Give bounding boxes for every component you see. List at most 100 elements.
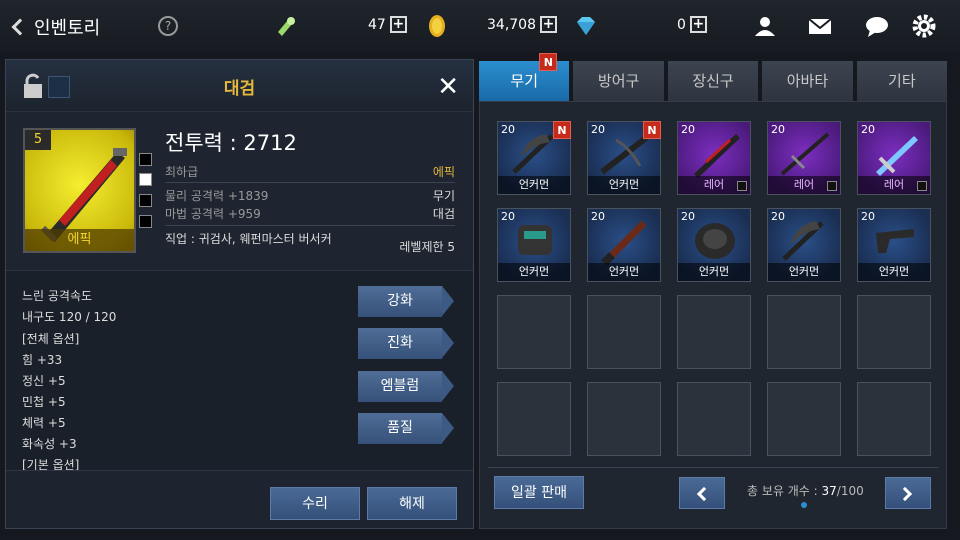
inventory-slot[interactable]: 20 레어	[767, 121, 841, 195]
inventory-slot[interactable]: 20 레어	[857, 121, 931, 195]
item-level: 20	[681, 123, 695, 136]
socket-slot	[139, 173, 152, 186]
sell-all-button[interactable]: 일괄 판매	[494, 476, 584, 509]
dismantle-button[interactable]: 해제	[367, 487, 457, 520]
socket-slot	[737, 181, 747, 191]
stamina-potion-icon	[272, 14, 298, 38]
category-tabs: 무기 N 방어구 장신구 아바타 기타	[479, 53, 948, 101]
socket-slot	[139, 215, 152, 228]
item-options: 느린 공격속도 내구도 120 / 120 [전체 옵션] 힘 +33 정신 +…	[6, 270, 473, 472]
option-line: 내구도 120 / 120	[22, 310, 117, 324]
emblem-button[interactable]: 엠블럼	[358, 371, 454, 402]
stamina-add-button[interactable]: +	[389, 16, 407, 33]
inventory-slot[interactable]: 20 언커먼	[497, 208, 571, 282]
mail-icon[interactable]	[807, 14, 833, 38]
item-grade: 언커먼	[588, 176, 660, 194]
quality-button[interactable]: 품질	[358, 413, 454, 444]
tab-label: 방어구	[597, 72, 640, 90]
tab-accessory[interactable]: 장신구	[667, 61, 759, 101]
tab-weapon[interactable]: 무기 N	[479, 53, 570, 101]
option-line: 느린 공격속도	[22, 289, 93, 303]
option-line: 힘 +33	[22, 353, 63, 367]
help-icon[interactable]: ?	[158, 16, 178, 36]
stamina-value: 47	[368, 16, 386, 33]
item-name: 대검	[223, 79, 256, 99]
empty-slot[interactable]	[497, 382, 571, 456]
stamina-counter: 47 +	[368, 16, 407, 33]
empty-slot[interactable]	[767, 382, 841, 456]
inventory-slot[interactable]: 20 언커먼	[857, 208, 931, 282]
divider	[165, 182, 455, 183]
new-badge: N	[643, 121, 661, 139]
gem-value: 0	[677, 16, 686, 33]
new-badge: N	[539, 53, 558, 71]
rank-row: 최하급 에픽	[165, 163, 455, 180]
item-level: 20	[771, 123, 785, 136]
chevron-left-icon	[696, 486, 712, 502]
empty-slot[interactable]	[677, 382, 751, 456]
empty-slot[interactable]	[767, 295, 841, 369]
job-requirement: 직업 : 귀검사, 웨펀마스터 버서커	[165, 232, 332, 246]
chevron-left-icon	[11, 18, 29, 36]
inventory-slot[interactable]: 20 언커먼	[767, 208, 841, 282]
detail-footer: 수리 해제	[6, 470, 473, 528]
empty-slot[interactable]	[497, 295, 571, 369]
item-level: 20	[681, 210, 695, 223]
tab-avatar[interactable]: 아바타	[762, 61, 853, 101]
inventory-slot[interactable]: 20 언커먼	[677, 208, 751, 282]
close-button[interactable]: ✕	[437, 72, 459, 102]
socket-slot	[139, 194, 152, 207]
phys-atk: 물리 공격력 +1839	[165, 189, 269, 203]
item-enhance-level: 5	[25, 130, 51, 150]
enhance-button[interactable]: 강화	[358, 286, 454, 317]
item-level: 20	[861, 210, 875, 223]
empty-slot[interactable]	[587, 295, 661, 369]
top-bar: 인벤토리 ? 47 + 34,708 + 0 +	[0, 0, 960, 52]
evolve-button[interactable]: 진화	[358, 328, 454, 359]
item-detail-panel: 대검 ✕ 5 에픽 전투력 : 2712 최하급 에픽 물리 공격력 +1839…	[5, 59, 474, 529]
item-level: 20	[501, 123, 515, 136]
empty-slot[interactable]	[587, 382, 661, 456]
empty-slot[interactable]	[857, 295, 931, 369]
page-title: 인벤토리	[34, 18, 101, 39]
inventory-slot[interactable]: 20 언커먼 N	[497, 121, 571, 195]
mag-atk: 마법 공격력 +959	[165, 207, 261, 221]
gold-counter: 34,708 +	[487, 16, 557, 33]
tab-label: 기타	[888, 72, 916, 90]
item-grade: 에픽	[25, 229, 134, 251]
empty-slot[interactable]	[677, 295, 751, 369]
new-badge: N	[553, 121, 571, 139]
mag-atk-row: 마법 공격력 +959 대검	[165, 205, 455, 222]
inventory-slot[interactable]: 20 레어	[677, 121, 751, 195]
friends-icon[interactable]	[752, 14, 778, 38]
detail-header: 대검 ✕	[6, 60, 473, 112]
item-level: 20	[591, 210, 605, 223]
count-label: 총 보유 개수 :	[747, 484, 822, 498]
repair-button[interactable]: 수리	[270, 487, 360, 520]
inventory-slot[interactable]: 20 언커먼	[587, 208, 661, 282]
item-level: 20	[771, 210, 785, 223]
divider	[488, 467, 938, 468]
item-grade: 언커먼	[498, 176, 570, 194]
chat-icon[interactable]	[864, 14, 890, 38]
gear-icon[interactable]	[911, 14, 937, 38]
next-page-button[interactable]	[885, 477, 931, 509]
item-level: 20	[501, 210, 515, 223]
prev-page-button[interactable]	[679, 477, 725, 509]
tab-etc[interactable]: 기타	[856, 61, 948, 101]
level-requirement: 레벨제한 5	[399, 240, 455, 254]
gold-value: 34,708	[487, 16, 536, 33]
item-grade: 언커먼	[858, 263, 930, 281]
tab-armor[interactable]: 방어구	[573, 61, 664, 101]
chevron-right-icon	[897, 486, 913, 502]
inventory-slot[interactable]: 20 언커먼 N	[587, 121, 661, 195]
inventory-grid-panel: 20 언커먼 N 20 언커먼 N 20 레어 20 레어 20 레어 20 언…	[479, 101, 947, 529]
gem-add-button[interactable]: +	[689, 16, 707, 33]
item-count: 총 보유 개수 : 37/100	[747, 482, 864, 499]
tab-label: 아바타	[786, 72, 829, 90]
gem-icon	[573, 14, 599, 38]
empty-slot[interactable]	[857, 382, 931, 456]
item-grade: 언커먼	[678, 263, 750, 281]
gold-add-button[interactable]: +	[540, 16, 557, 33]
back-button[interactable]: 인벤토리	[11, 14, 101, 40]
